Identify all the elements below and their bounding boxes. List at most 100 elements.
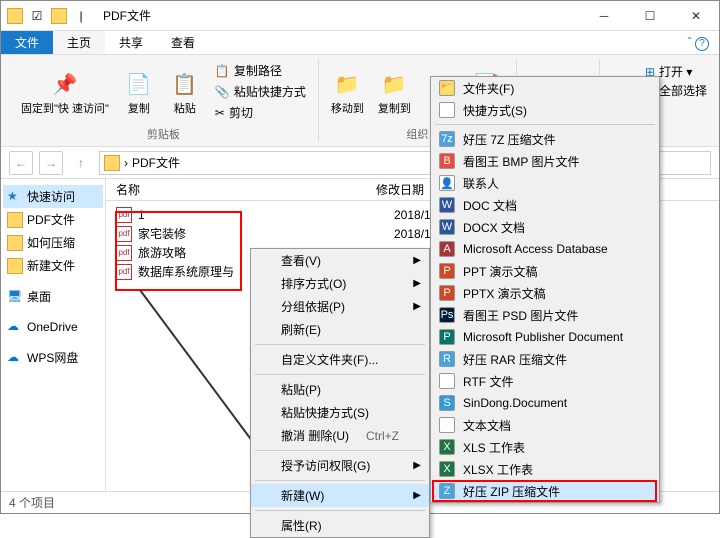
submenu-item[interactable]: ≡文本文档: [431, 414, 659, 436]
submenu-label: XLSX 工作表: [463, 461, 533, 478]
submenu-item[interactable]: XXLSX 工作表: [431, 458, 659, 480]
copyto-button[interactable]: 📁复制到: [374, 59, 415, 124]
submenu-item[interactable]: Z好压 ZIP 压缩文件: [431, 480, 659, 502]
back-button[interactable]: ←: [9, 151, 33, 175]
filetype-icon: 7z: [439, 131, 455, 147]
nav-desktop[interactable]: 🖥桌面: [3, 285, 103, 308]
organize-group-label: 组织: [406, 124, 428, 142]
submenu-label: PPT 演示文稿: [463, 263, 537, 280]
pasteshortcut-button[interactable]: 📎粘贴快捷方式: [211, 82, 310, 101]
submenu-item[interactable]: W DOCX 文档: [431, 216, 659, 238]
filetype-icon: P: [439, 329, 455, 345]
clipboard-group-label: 剪贴板: [147, 124, 180, 142]
submenu-item[interactable]: SSinDong.Document: [431, 392, 659, 414]
pdf-icon: pdf: [116, 264, 132, 280]
qat-checkbox[interactable]: ☑: [29, 8, 45, 24]
submenu-label: 好压 RAR 压缩文件: [463, 351, 567, 368]
submenu-label: 看图王 PSD 图片文件: [463, 307, 578, 324]
submenu-item[interactable]: 📁 文件夹(F): [431, 77, 659, 99]
up-button[interactable]: ↑: [69, 151, 93, 175]
filetype-icon: 📁: [439, 80, 455, 96]
ribbon-toggle[interactable]: ˆ ?: [678, 31, 719, 54]
submenu-item[interactable]: Ps 看图王 PSD 图片文件: [431, 304, 659, 326]
filetype-icon: ≡: [439, 373, 455, 389]
menubar: 文件 主页 共享 查看 ˆ ?: [1, 31, 719, 55]
submenu-item[interactable]: 7z 好压 7Z 压缩文件: [431, 128, 659, 150]
submenu-item[interactable]: B看图王 BMP 图片文件: [431, 150, 659, 172]
col-name[interactable]: 名称: [116, 181, 376, 198]
submenu-label: DOCX 文档: [463, 219, 525, 236]
nav-howzip[interactable]: 如何压缩: [3, 231, 103, 254]
cut-button[interactable]: ✂剪切: [211, 103, 310, 122]
nav-wps[interactable]: ☁WPS网盘: [3, 346, 103, 369]
submenu-label: RTF 文件: [463, 373, 513, 390]
nav-pdf[interactable]: PDF文件: [3, 208, 103, 231]
submenu-label: PPTX 演示文稿: [463, 285, 546, 302]
pin-button[interactable]: 📌固定到"快 速访问": [17, 59, 113, 124]
close-button[interactable]: ✕: [673, 1, 719, 31]
pdf-icon: pdf: [116, 207, 132, 223]
filetype-icon: A: [439, 241, 455, 257]
submenu-label: Microsoft Access Database: [463, 242, 608, 256]
ctx-view[interactable]: 查看(V)▶: [251, 249, 429, 272]
paste-button[interactable]: 📋粘贴: [165, 59, 205, 124]
submenu-item[interactable]: P Microsoft Publisher Document: [431, 326, 659, 348]
minimize-button[interactable]: ─: [581, 1, 627, 31]
moveto-button[interactable]: 📁移动到: [327, 59, 368, 124]
submenu-item[interactable]: ≡ RTF 文件: [431, 370, 659, 392]
submenu-item[interactable]: A Microsoft Access Database: [431, 238, 659, 260]
pdf-icon: pdf: [116, 226, 132, 242]
submenu-label: DOC 文档: [463, 197, 517, 214]
qat-dropdown[interactable]: [51, 8, 67, 24]
filetype-icon: W: [439, 219, 455, 235]
submenu-label: 好压 7Z 压缩文件: [463, 131, 556, 148]
filetype-icon: Ps: [439, 307, 455, 323]
submenu-item[interactable]: R好压 RAR 压缩文件: [431, 348, 659, 370]
ctx-paste[interactable]: 粘贴(P): [251, 378, 429, 401]
submenu-label: 文件夹(F): [463, 80, 514, 97]
ctx-sort[interactable]: 排序方式(O)▶: [251, 272, 429, 295]
submenu-label: SinDong.Document: [463, 396, 567, 410]
ctx-grant[interactable]: 授予访问权限(G)▶: [251, 454, 429, 477]
nav-newfolder[interactable]: 新建文件: [3, 254, 103, 277]
maximize-button[interactable]: ☐: [627, 1, 673, 31]
filetype-icon: P: [439, 263, 455, 279]
ctx-customize[interactable]: 自定义文件夹(F)...: [251, 348, 429, 371]
folder-icon: [104, 155, 120, 171]
submenu-label: XLS 工作表: [463, 439, 525, 456]
tab-file[interactable]: 文件: [1, 31, 53, 54]
submenu-item[interactable]: XXLS 工作表: [431, 436, 659, 458]
nav-onedrive[interactable]: ☁OneDrive: [3, 316, 103, 338]
nav-quick-access[interactable]: ★快速访问: [3, 185, 103, 208]
file-name: 1: [138, 208, 388, 222]
ctx-undo[interactable]: 撤消 删除(U)Ctrl+Z: [251, 424, 429, 447]
ctx-refresh[interactable]: 刷新(E): [251, 318, 429, 341]
nav-pane: ★快速访问 PDF文件 如何压缩 新建文件 🖥桌面 ☁OneDrive ☁WPS…: [1, 179, 106, 491]
copypath-button[interactable]: 📋复制路径: [211, 61, 310, 80]
submenu-label: 文本文档: [463, 417, 511, 434]
submenu-item[interactable]: WDOC 文档: [431, 194, 659, 216]
tab-view[interactable]: 查看: [157, 31, 209, 54]
filetype-icon: ↗: [439, 102, 455, 118]
filetype-icon: P: [439, 285, 455, 301]
ctx-new[interactable]: 新建(W)▶: [251, 484, 429, 507]
breadcrumb-folder[interactable]: PDF文件: [132, 154, 180, 171]
ctx-group[interactable]: 分组依据(P)▶: [251, 295, 429, 318]
qat-separator: |: [73, 8, 89, 24]
submenu-label: Microsoft Publisher Document: [463, 330, 623, 344]
context-menu: 查看(V)▶ 排序方式(O)▶ 分组依据(P)▶ 刷新(E) 自定义文件夹(F)…: [250, 248, 430, 538]
titlebar: ☑ | PDF文件 ─ ☐ ✕: [1, 1, 719, 31]
col-date[interactable]: 修改日期: [376, 181, 424, 198]
ctx-pasteshortcut[interactable]: 粘贴快捷方式(S): [251, 401, 429, 424]
tab-share[interactable]: 共享: [105, 31, 157, 54]
copy-button[interactable]: 📄复制: [119, 59, 159, 124]
submenu-item[interactable]: 👤联系人: [431, 172, 659, 194]
submenu-item[interactable]: P PPT 演示文稿: [431, 260, 659, 282]
submenu-label: 看图王 BMP 图片文件: [463, 153, 579, 170]
ctx-props[interactable]: 属性(R): [251, 514, 429, 537]
submenu-item[interactable]: ↗快捷方式(S): [431, 99, 659, 121]
forward-button[interactable]: →: [39, 151, 63, 175]
filetype-icon: Z: [439, 483, 455, 499]
tab-home[interactable]: 主页: [53, 31, 105, 54]
submenu-item[interactable]: P PPTX 演示文稿: [431, 282, 659, 304]
